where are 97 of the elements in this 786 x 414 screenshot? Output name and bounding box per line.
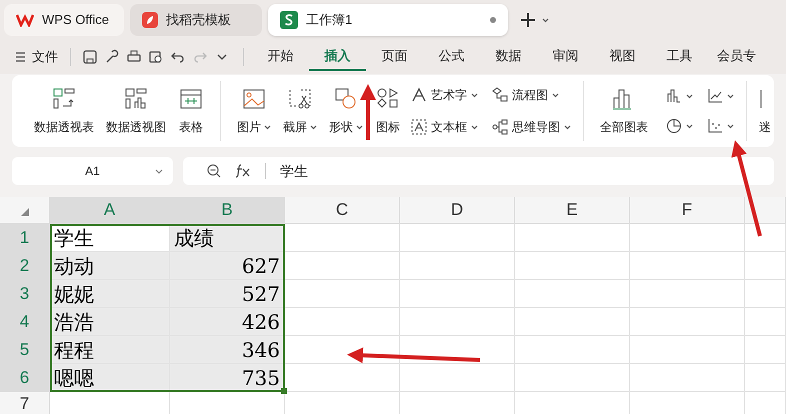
row-header[interactable]: 1 — [0, 224, 50, 252]
chart-type-button[interactable] — [666, 118, 693, 134]
column-header[interactable]: A — [50, 197, 170, 224]
column-header[interactable] — [745, 197, 786, 224]
table-cell: 浩浩 — [50, 308, 170, 336]
save-icon[interactable] — [82, 49, 98, 65]
table-cell: 成绩 — [170, 224, 285, 252]
row-header[interactable]: 7 — [0, 392, 50, 414]
file-menu-button[interactable]: 文件 — [16, 47, 62, 67]
ribbon-button[interactable]: 表格 — [172, 86, 210, 136]
ribbon-tab[interactable]: 插入 — [309, 43, 366, 71]
pie-chart-icon — [666, 118, 682, 134]
ribbon-tab[interactable]: 页面 — [366, 43, 423, 71]
table-cell: 346 — [170, 336, 285, 364]
ribbon-button[interactable]: 截屏 — [277, 86, 323, 136]
table-cell: 627 — [170, 252, 285, 280]
ribbon-tab[interactable]: 开始 — [252, 43, 309, 71]
column-header[interactable]: E — [515, 197, 630, 224]
caret-icon — [356, 124, 363, 130]
caret-icon — [727, 124, 734, 128]
formula-field[interactable]: 学生 — [280, 160, 308, 182]
caret-icon — [471, 124, 478, 130]
leaf-icon — [142, 12, 158, 28]
select-all-icon[interactable] — [20, 208, 28, 216]
row-header[interactable]: 3 — [0, 280, 50, 308]
column-header[interactable]: F — [630, 197, 745, 224]
tab[interactable]: 工作簿1 — [268, 4, 508, 36]
row-header[interactable]: 2 — [0, 252, 50, 280]
column-header[interactable]: B — [170, 197, 285, 224]
ribbon-tab[interactable]: 会员专 — [708, 43, 765, 71]
caret-icon — [727, 94, 734, 98]
name-box[interactable]: A1 — [12, 157, 173, 185]
menu-icon — [16, 52, 26, 62]
column-chart-icon — [666, 88, 682, 104]
ribbon-button[interactable]: 流程图 — [492, 86, 571, 104]
table-cell: 嗯嗯 — [50, 364, 170, 392]
ribbon-button[interactable]: 迷 — [759, 86, 771, 136]
caret-icon — [471, 92, 478, 98]
caret-icon — [155, 168, 163, 174]
table-cell: 妮妮 — [50, 280, 170, 308]
mind-map-icon — [492, 119, 508, 135]
ribbon-tab[interactable]: 审阅 — [537, 43, 594, 71]
row-header[interactable]: 5 — [0, 336, 50, 364]
ribbon-tab[interactable]: 工具 — [651, 43, 708, 71]
letter-a-icon — [411, 87, 427, 103]
table-cell: 学生 — [50, 224, 170, 252]
function-icon[interactable] — [235, 164, 251, 178]
table-cell — [745, 308, 786, 336]
ribbon-button[interactable]: 图标 — [369, 86, 407, 136]
table-cell — [745, 252, 786, 280]
text-box-icon — [411, 119, 427, 135]
ribbon-tab[interactable]: 视图 — [594, 43, 651, 71]
table-cell: 动动 — [50, 252, 170, 280]
table-cell — [745, 364, 786, 392]
annotation-arrow — [360, 84, 376, 140]
logo-icon — [16, 13, 34, 27]
table-cell: 527 — [170, 280, 285, 308]
caret-icon — [686, 94, 693, 98]
column-header[interactable]: C — [285, 197, 400, 224]
scatter-chart-icon — [707, 118, 723, 134]
plus-icon — [520, 12, 536, 28]
chart-type-button[interactable] — [707, 118, 734, 134]
caret-icon — [564, 124, 571, 130]
table-cell: 735 — [170, 364, 285, 392]
table-cell: 程程 — [50, 336, 170, 364]
ribbon-button[interactable]: 形状 — [323, 86, 369, 136]
ribbon-button[interactable]: 数据透视表 — [28, 86, 100, 136]
ribbon-button[interactable]: 数据透视图 — [100, 86, 172, 136]
caret-icon — [552, 92, 559, 98]
caret-icon — [264, 124, 271, 130]
chart-type-button[interactable] — [666, 88, 693, 104]
ribbon-button[interactable]: 图片 — [231, 86, 277, 136]
tab[interactable]: 找稻壳模板 — [130, 4, 262, 36]
line-chart-icon — [707, 88, 723, 104]
table-cell — [745, 336, 786, 364]
tab[interactable]: WPS Office — [4, 4, 124, 36]
table-cell — [745, 224, 786, 252]
ribbon-tab[interactable]: 数据 — [480, 43, 537, 71]
column-header[interactable]: D — [400, 197, 515, 224]
caret-icon — [310, 124, 317, 130]
row-header[interactable]: 6 — [0, 364, 50, 392]
flowchart-icon — [492, 87, 508, 103]
ribbon-tab[interactable]: 公式 — [423, 43, 480, 71]
caret-icon — [542, 18, 549, 22]
row-header[interactable]: 4 — [0, 308, 50, 336]
ribbon-button[interactable]: 文本框 — [411, 118, 478, 136]
ribbon-button[interactable]: 思维导图 — [492, 118, 571, 136]
caret-icon — [686, 124, 693, 128]
zoom-out-icon[interactable] — [207, 164, 221, 178]
print-preview-icon[interactable] — [148, 49, 164, 65]
unsaved-dot-icon — [490, 17, 496, 23]
spreadsheet-logo-icon — [280, 11, 298, 29]
ribbon-button[interactable]: 艺术字 — [411, 86, 478, 104]
table-cell: 426 — [170, 308, 285, 336]
chart-type-button[interactable] — [707, 88, 734, 104]
table-cell — [745, 280, 786, 308]
ribbon-button[interactable]: 全部图表 — [596, 86, 652, 136]
